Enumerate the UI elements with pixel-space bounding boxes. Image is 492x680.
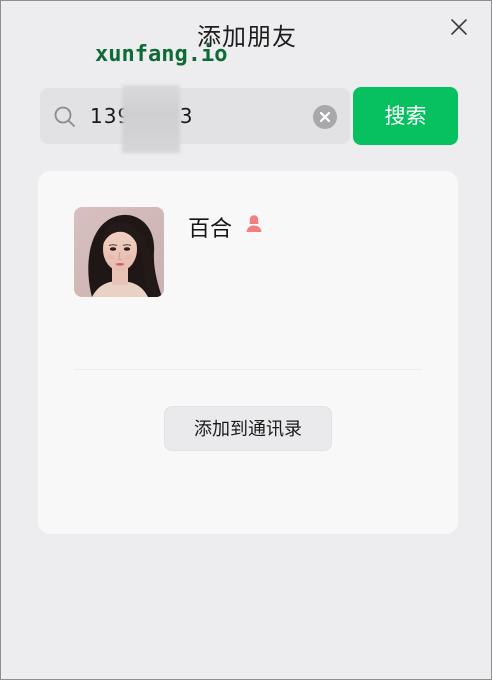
search-input[interactable]: 139 7353: [40, 88, 350, 144]
search-result-card: 百合 添加到通讯录: [38, 171, 458, 534]
avatar[interactable]: [74, 207, 164, 297]
search-button[interactable]: 搜索: [353, 87, 458, 145]
add-friend-window: 添加朋友 xunfang.io 139 7353 搜索: [0, 0, 492, 680]
contact-name: 百合: [188, 217, 233, 242]
close-button[interactable]: [447, 15, 471, 39]
watermark: xunfang.io: [95, 42, 228, 67]
search-icon: [54, 106, 75, 127]
window-title: 添加朋友: [197, 23, 297, 51]
redaction-mask: [122, 85, 180, 153]
add-to-contacts-button[interactable]: 添加到通讯录: [164, 406, 332, 451]
female-user-icon: [246, 215, 262, 232]
clear-icon[interactable]: [313, 105, 337, 129]
close-icon: [451, 19, 467, 35]
divider: [74, 369, 422, 370]
